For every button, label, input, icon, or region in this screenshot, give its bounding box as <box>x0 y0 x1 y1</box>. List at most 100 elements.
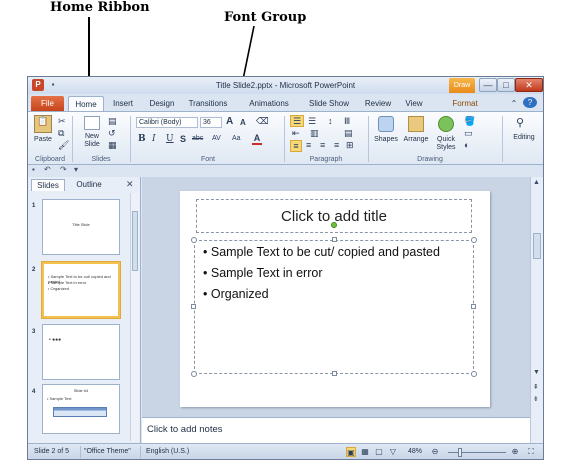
tab-animations[interactable]: Animations <box>246 96 292 111</box>
minimize-button[interactable]: — <box>479 78 497 92</box>
tab-file[interactable]: File <box>31 96 64 111</box>
layout-icon[interactable]: ▤ <box>108 116 117 127</box>
cut-icon[interactable]: ✂ <box>58 116 66 127</box>
scrollbar-thumb[interactable] <box>533 233 541 259</box>
align-center-icon[interactable]: ≡ <box>306 140 311 150</box>
strikethrough-button[interactable]: abc <box>192 135 203 142</box>
zoom-in-icon[interactable]: ⊕ <box>510 447 520 457</box>
reset-icon[interactable]: ↺ <box>108 128 116 139</box>
copy-icon[interactable]: ⧉ <box>58 128 64 139</box>
slide-canvas[interactable]: Click to add title Sample Text to be cut… <box>180 191 490 407</box>
resize-handle[interactable] <box>332 237 337 242</box>
format-painter-icon[interactable]: 🖌 <box>58 140 69 151</box>
tab-review[interactable]: Review <box>362 96 394 111</box>
content-placeholder[interactable]: Sample Text to be cut/ copied and pasted… <box>194 240 474 374</box>
bullet-item[interactable]: Organized <box>203 287 269 301</box>
arrange-icon[interactable] <box>408 116 424 132</box>
bullets-icon[interactable]: ☰ <box>290 115 304 127</box>
justify-icon[interactable]: ≡ <box>334 140 339 150</box>
resize-handle[interactable] <box>471 304 476 309</box>
shape-effects-icon[interactable]: ◐ <box>464 140 469 150</box>
underline-button[interactable]: U <box>166 134 174 144</box>
rotate-handle[interactable] <box>331 222 337 228</box>
drawing-tools-context-tab[interactable]: Draw <box>449 78 475 93</box>
new-slide-button-line1[interactable]: New <box>78 133 106 140</box>
tab-home[interactable]: Home <box>68 96 104 111</box>
theme-name[interactable]: "Office Theme" <box>84 448 131 455</box>
resize-handle[interactable] <box>191 371 197 377</box>
quick-styles-button-line2[interactable]: Styles <box>432 144 460 151</box>
scrollbar-thumb[interactable] <box>132 211 138 271</box>
slides-pane-scrollbar[interactable] <box>130 193 139 441</box>
reading-view-icon[interactable]: ▢ <box>374 447 384 457</box>
tab-insert[interactable]: Insert <box>108 96 138 111</box>
numbering-icon[interactable]: ☰ <box>308 116 316 127</box>
text-direction-icon[interactable]: Ⅲ <box>344 116 350 127</box>
language-indicator[interactable]: English (U.S.) <box>146 448 189 455</box>
smartart-icon[interactable]: ⊞ <box>346 140 354 151</box>
new-slide-icon[interactable] <box>84 116 100 130</box>
save-icon[interactable]: ▪ <box>32 165 35 174</box>
next-slide-icon[interactable]: ⇟ <box>533 395 539 403</box>
resize-handle[interactable] <box>191 237 197 243</box>
font-name-dropdown[interactable]: Calibri (Body) <box>136 117 198 128</box>
italic-button[interactable]: I <box>152 134 156 144</box>
zoom-out-icon[interactable]: ⊖ <box>430 447 440 457</box>
bullet-item[interactable]: Sample Text to be cut/ copied and pasted <box>203 245 440 259</box>
paste-button[interactable]: Paste <box>30 136 56 143</box>
tab-slide-show[interactable]: Slide Show <box>306 96 352 111</box>
columns-icon[interactable]: ▥ <box>310 128 319 139</box>
notes-pane[interactable]: Click to add notes <box>142 417 530 443</box>
font-size-dropdown[interactable]: 36 <box>200 117 222 128</box>
tab-outline[interactable]: Outline <box>68 179 110 191</box>
tab-format[interactable]: Format <box>448 96 482 111</box>
shapes-button[interactable]: Shapes <box>370 136 402 143</box>
maximize-button[interactable]: □ <box>497 78 515 92</box>
scroll-up-icon[interactable]: ▲ <box>533 179 540 186</box>
close-pane-icon[interactable]: ✕ <box>126 179 134 190</box>
resize-handle[interactable] <box>191 304 196 309</box>
slide-scrollbar[interactable]: ▲ ▼ ⇞ ⇟ <box>530 177 543 443</box>
tab-transitions[interactable]: Transitions <box>186 96 230 111</box>
zoom-slider[interactable] <box>448 452 506 453</box>
new-slide-button-line2[interactable]: Slide <box>78 141 106 148</box>
font-color-button[interactable]: A <box>252 133 262 145</box>
tab-slides[interactable]: Slides <box>31 179 65 191</box>
undo-icon[interactable]: ↶ <box>44 165 51 174</box>
tab-view[interactable]: View <box>402 96 426 111</box>
grow-font-icon[interactable]: A <box>226 116 233 127</box>
shapes-icon[interactable] <box>378 116 394 132</box>
character-spacing-button[interactable]: AV <box>212 135 221 142</box>
previous-slide-icon[interactable]: ⇞ <box>533 383 539 391</box>
slide-show-icon[interactable]: ▽ <box>388 447 398 457</box>
bullet-item[interactable]: Sample Text in error <box>203 266 323 280</box>
align-left-icon[interactable]: ≡ <box>290 140 302 152</box>
clear-formatting-icon[interactable]: ⌫ <box>256 116 269 127</box>
bold-button[interactable]: B <box>138 134 146 144</box>
slide-thumbnail-1[interactable]: Title Slide <box>42 199 120 255</box>
resize-handle[interactable] <box>471 371 477 377</box>
shrink-font-icon[interactable]: A <box>240 118 246 127</box>
resize-handle[interactable] <box>332 371 337 376</box>
align-text-icon[interactable]: ▤ <box>344 128 353 139</box>
customize-toolbar-icon[interactable]: ▾ <box>74 165 78 174</box>
shadow-button[interactable]: S <box>180 134 186 144</box>
fit-to-window-icon[interactable]: ⛶ <box>526 447 536 457</box>
notes-placeholder[interactable]: Click to add notes <box>147 424 223 435</box>
slide-sorter-icon[interactable]: ▦ <box>360 447 370 457</box>
scroll-down-icon[interactable]: ▼ <box>533 369 540 376</box>
arrange-button[interactable]: Arrange <box>400 136 432 143</box>
shape-fill-icon[interactable]: 🪣 <box>464 116 475 127</box>
close-button[interactable]: ✕ <box>515 78 543 92</box>
align-right-icon[interactable]: ≡ <box>320 140 325 150</box>
resize-handle[interactable] <box>471 237 477 243</box>
line-spacing-icon[interactable]: ↕ <box>328 116 333 126</box>
find-icon[interactable]: ⚲ <box>516 116 524 129</box>
shape-outline-icon[interactable]: ▭ <box>464 128 473 139</box>
indent-icon[interactable]: ⇤ <box>292 128 300 139</box>
editing-button[interactable]: Editing <box>506 134 542 141</box>
slide-thumbnail-2[interactable]: • Sample Text to be cut/ copied and past… <box>42 262 120 318</box>
quick-styles-icon[interactable] <box>438 116 454 132</box>
zoom-slider-thumb[interactable] <box>458 448 463 457</box>
change-case-button[interactable]: Aa <box>232 135 241 142</box>
